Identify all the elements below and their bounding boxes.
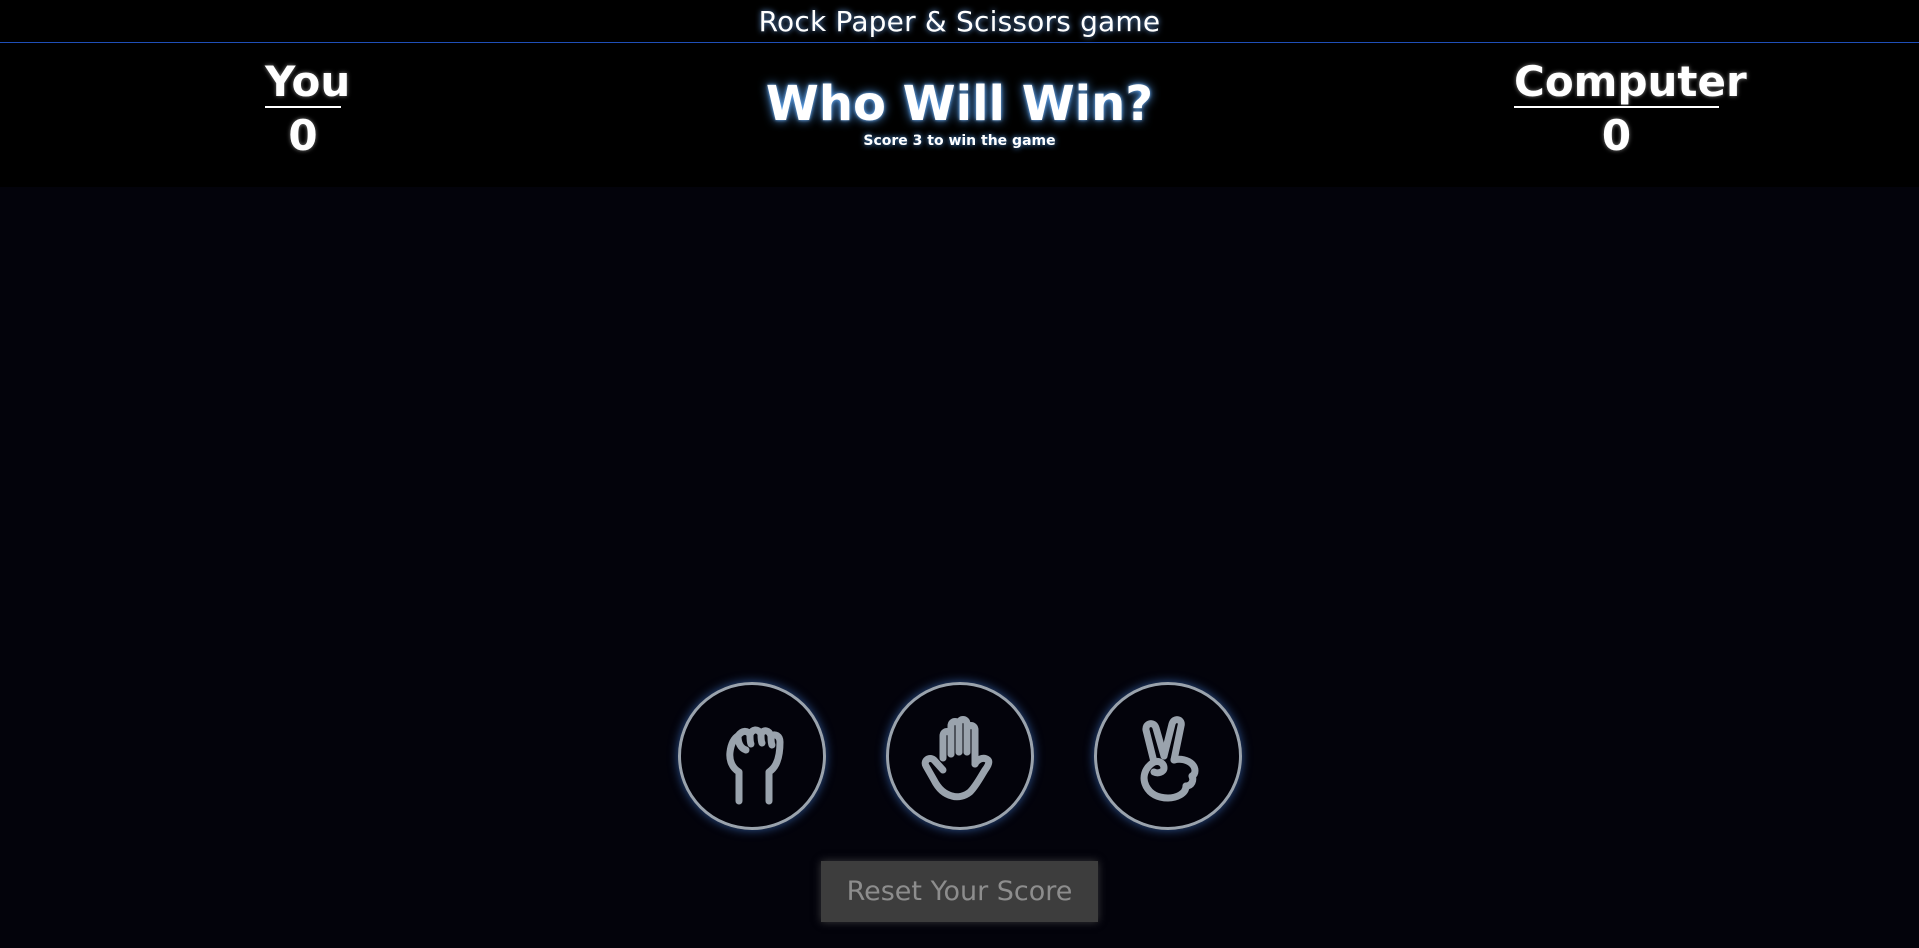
scissors-button[interactable] (1094, 682, 1242, 830)
reset-score-button[interactable]: Reset Your Score (821, 861, 1098, 922)
rock-fist-icon (726, 726, 784, 805)
app-title: Rock Paper & Scissors game (758, 5, 1161, 38)
scissors-hand-icon (1140, 716, 1199, 802)
computer-label: Computer (1514, 57, 1747, 108)
game-page: Rock Paper & Scissors game You 0 Who Wil… (0, 0, 1919, 948)
paper-button[interactable] (886, 682, 1034, 830)
scoreboard: You 0 Who Will Win? Score 3 to win the g… (0, 43, 1919, 187)
choice-buttons (0, 682, 1919, 830)
title-bar: Rock Paper & Scissors game (0, 0, 1919, 43)
rock-button[interactable] (678, 682, 826, 830)
paper-hand-icon (921, 716, 993, 801)
computer-score-panel: Computer 0 (1514, 57, 1747, 164)
computer-score: 0 (1601, 111, 1632, 160)
